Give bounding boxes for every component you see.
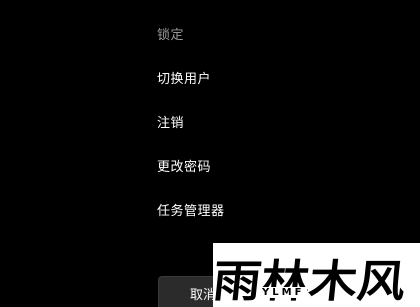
menu-item-change-password[interactable]: 更改密码 xyxy=(157,156,225,200)
menu-item-task-manager[interactable]: 任务管理器 xyxy=(157,200,225,244)
menu-item-lock[interactable]: 锁定 xyxy=(157,24,225,68)
watermark-logo: 雨林木风 YLMF xyxy=(213,243,420,307)
menu-item-sign-out[interactable]: 注销 xyxy=(157,112,225,156)
watermark-logo-text: 雨林木风 xyxy=(213,256,408,307)
watermark-logo-subtext: YLMF xyxy=(259,287,308,298)
security-options-screen: 锁定 切换用户 注销 更改密码 任务管理器 取消 雨林木风 YLMF xyxy=(0,0,420,307)
menu-item-switch-user[interactable]: 切换用户 xyxy=(157,68,225,112)
security-options-menu: 锁定 切换用户 注销 更改密码 任务管理器 xyxy=(157,24,225,244)
